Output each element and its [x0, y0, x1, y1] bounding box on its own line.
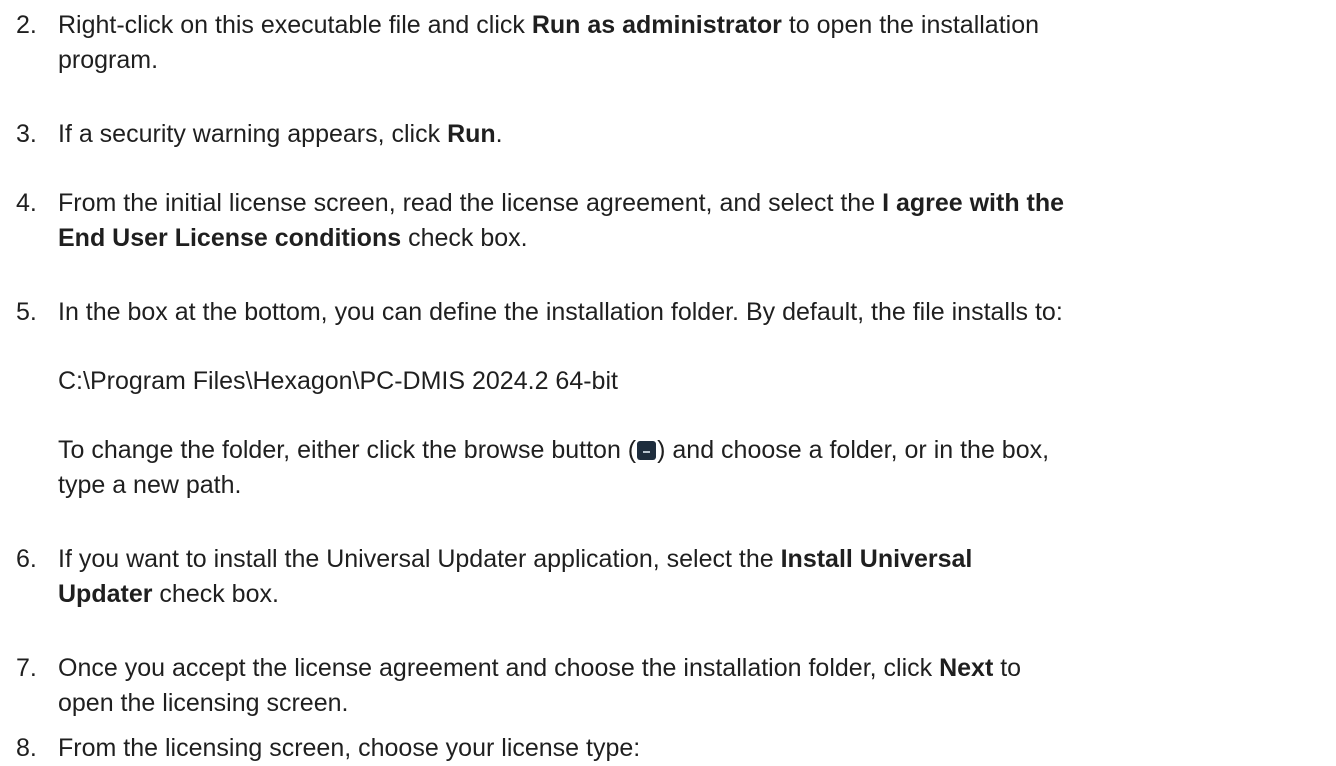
step-text: If you want to install the Universal Upd…: [58, 545, 973, 608]
step-number: 6.: [16, 545, 37, 573]
step-number: 2.: [16, 11, 37, 39]
step-text: Right-click on this executable file and …: [58, 11, 1040, 74]
step-number: 5.: [16, 298, 37, 326]
install-universal-updater-term: Install Universal: [780, 545, 973, 573]
next-term: Next: [939, 654, 994, 682]
step-text: In the box at the bottom, you can define…: [58, 298, 1063, 326]
step-text: From the licensing screen, choose your l…: [58, 734, 641, 762]
default-install-path: C:\Program Files\Hexagon\PC-DMIS 2024.2 …: [58, 367, 618, 395]
step-text: Once you accept the license agreement an…: [58, 654, 1022, 717]
step-number: 4.: [16, 189, 37, 217]
agree-checkbox-term-cont: End User License conditions: [58, 224, 402, 252]
document-page: 2. Right-click on this executable file a…: [0, 0, 1336, 762]
step-number: 3.: [16, 120, 37, 148]
change-folder-text: To change the folder, either click the b…: [58, 436, 1050, 499]
install-universal-updater-term-cont: Updater: [58, 580, 153, 608]
run-term: Run: [447, 120, 496, 148]
step-text: If a security warning appears, click Run…: [58, 120, 503, 148]
step-number: 7.: [16, 654, 37, 682]
browse-button-icon: [637, 441, 657, 460]
step-text: From the initial license screen, read th…: [58, 189, 1065, 252]
step-number: 8.: [16, 734, 37, 762]
agree-checkbox-term: I agree with the: [882, 189, 1065, 217]
run-as-administrator-term: Run as administrator: [531, 11, 782, 39]
